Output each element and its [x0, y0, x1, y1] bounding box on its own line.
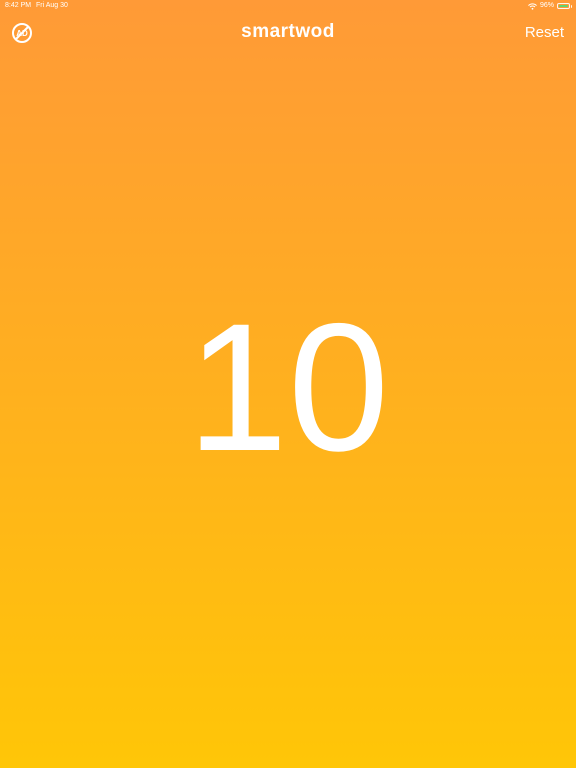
reset-button[interactable]: Reset	[525, 24, 564, 41]
battery-fill	[559, 5, 568, 7]
battery-icon	[557, 3, 572, 9]
app-title: smartwod	[241, 21, 335, 42]
status-indicators: 96%	[528, 0, 572, 12]
countdown-value: 10	[186, 285, 390, 489]
wifi-icon	[528, 2, 537, 10]
status-bar: 8:42 PM Fri Aug 30 96%	[0, 0, 576, 12]
nav-bar: AD smartwod Reset	[0, 14, 576, 52]
battery-percent: 96%	[539, 2, 554, 9]
status-time: 8:42 PM	[5, 2, 32, 9]
status-date: Fri Aug 30	[36, 2, 68, 9]
